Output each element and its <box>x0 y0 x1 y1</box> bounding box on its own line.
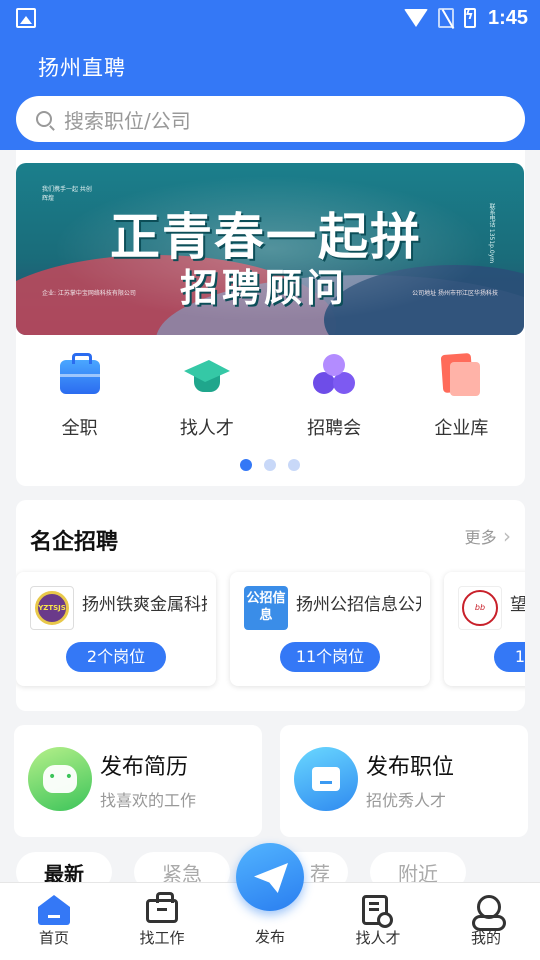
gallery-notification-icon <box>16 8 36 28</box>
company-card[interactable]: bb 望 1个岗位 <box>444 572 525 686</box>
category-fulltime[interactable]: 全职 <box>25 352 135 452</box>
folder-icon <box>294 747 358 811</box>
user-icon <box>470 895 506 931</box>
category-label: 招聘会 <box>307 418 362 439</box>
more-link[interactable]: 更多 <box>465 524 511 548</box>
carousel-dot[interactable] <box>264 459 276 471</box>
category-label: 全职 <box>61 418 98 439</box>
paper-plane-icon <box>254 863 288 893</box>
category-label: 找人才 <box>179 418 234 439</box>
section-title: 名企招聘 <box>30 530 119 555</box>
company-card[interactable]: 公招信息 扬州公招信息公开 11个岗位 <box>230 572 430 686</box>
status-time: 1:45 <box>487 6 528 29</box>
company-logo: bb <box>458 586 502 630</box>
nav-label: 首页 <box>38 929 69 947</box>
publish-resume-title: 发布简历 <box>100 755 189 780</box>
nav-home[interactable]: 首页 <box>14 883 94 960</box>
promo-banner[interactable]: 我们携手一起 共创辉煌 正青春一起拼 招聘顾问 企业: 江苏掌中宝网络科技有限公… <box>16 163 524 335</box>
category-find-talent[interactable]: 找人才 <box>152 352 262 452</box>
positions-button[interactable]: 1个岗位 <box>494 642 525 672</box>
no-sim-icon <box>437 8 454 28</box>
banner-company-text: 企业: 江苏掌中宝网络科技有限公司 <box>42 290 136 297</box>
search-icon <box>36 111 52 127</box>
briefcase-icon <box>57 352 103 398</box>
positions-button[interactable]: 11个岗位 <box>280 642 380 672</box>
category-job-fair[interactable]: 招聘会 <box>279 352 389 452</box>
nav-label: 我的 <box>470 929 501 947</box>
home-icon <box>38 895 70 925</box>
publish-job-subtitle: 招优秀人才 <box>366 791 447 810</box>
search-bar[interactable]: 搜索职位/公司 <box>16 96 525 142</box>
banner-subheadline: 招聘顾问 <box>180 265 349 310</box>
carousel-dot[interactable] <box>288 459 300 471</box>
company-logo: YZTSJS <box>30 586 74 630</box>
carousel-indicator <box>240 459 300 471</box>
search-placeholder: 搜索职位/公司 <box>64 108 191 133</box>
publish-job-title: 发布职位 <box>366 755 455 780</box>
positions-button[interactable]: 2个岗位 <box>66 642 166 672</box>
famous-companies-section: 名企招聘 更多 YZTSJS 扬州铁爽金属科技 2个岗位 公招信息 扬州公招信息… <box>16 500 525 711</box>
nav-find-talent[interactable]: 找人才 <box>338 883 418 960</box>
briefcase-icon <box>146 892 178 923</box>
category-label: 企业库 <box>434 418 489 439</box>
company-name: 扬州公招信息公开 <box>296 595 421 615</box>
status-icons: 1:45 <box>403 6 528 30</box>
publish-resume-card[interactable]: 发布简历 找喜欢的工作 <box>14 725 262 837</box>
publish-fab-button[interactable] <box>236 843 304 911</box>
publish-job-card[interactable]: 发布职位 招优秀人才 <box>280 725 528 837</box>
company-name: 扬州铁爽金属科技 <box>82 595 207 615</box>
battery-charging-icon <box>463 8 476 28</box>
app-header: 1:45 扬州直聘 搜索职位/公司 <box>0 0 540 150</box>
grapes-icon <box>311 352 357 398</box>
document-search-icon <box>362 895 393 928</box>
carousel-dot[interactable] <box>240 459 252 471</box>
nav-find-jobs[interactable]: 找工作 <box>122 883 202 960</box>
company-name: 望 <box>510 595 525 615</box>
cards-icon <box>438 352 484 398</box>
wifi-icon <box>403 9 428 27</box>
nav-mine[interactable]: 我的 <box>446 883 526 960</box>
nav-label: 找工作 <box>139 929 185 947</box>
publish-label: 发布 <box>254 928 285 946</box>
banner-phone-text: 联系电话 1351p.0ym <box>488 203 495 264</box>
resume-mascot-icon <box>28 747 92 811</box>
company-logo: 公招信息 <box>244 586 288 630</box>
category-company-library[interactable]: 企业库 <box>406 352 516 452</box>
banner-address-text: 公司地址 扬州市邗江区华扬科技 <box>412 290 498 297</box>
publish-resume-subtitle: 找喜欢的工作 <box>100 791 197 810</box>
banner-small-text: 我们携手一起 共创辉煌 <box>42 186 92 202</box>
status-bar: 1:45 <box>0 0 540 36</box>
category-grid: 全职 找人才 招聘会 企业库 <box>16 352 525 452</box>
nav-label: 找人才 <box>355 929 401 947</box>
app-title: 扬州直聘 <box>38 56 126 80</box>
company-card[interactable]: YZTSJS 扬州铁爽金属科技 2个岗位 <box>16 572 216 686</box>
graduation-cap-icon <box>184 352 230 398</box>
